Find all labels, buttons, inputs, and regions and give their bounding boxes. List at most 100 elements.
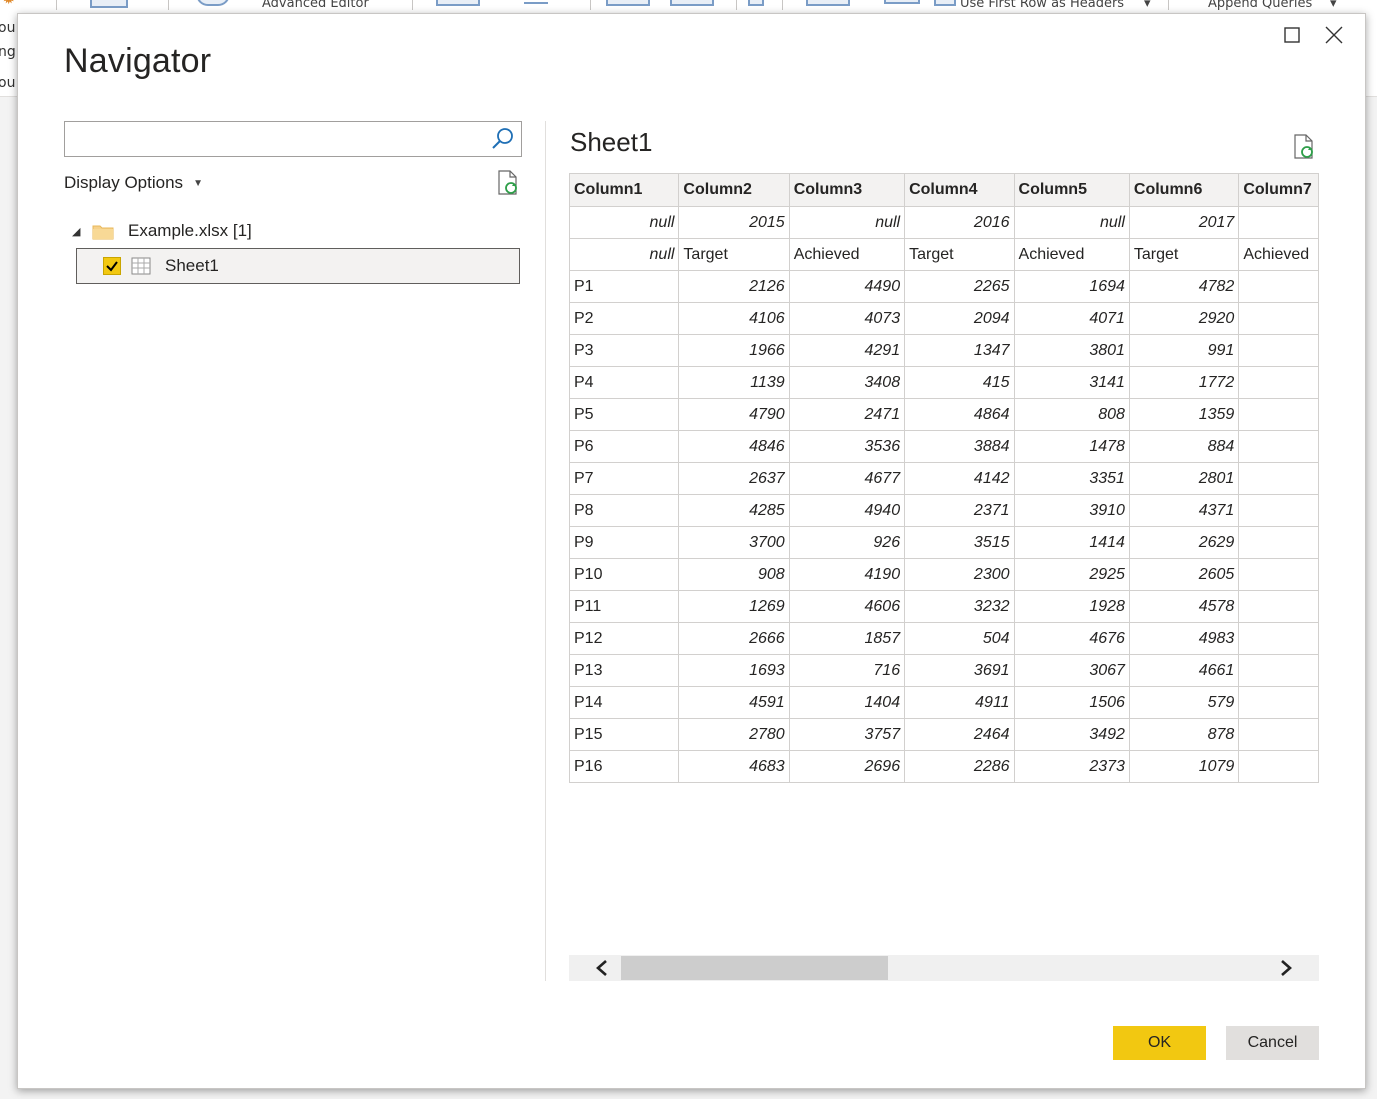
ribbon-append-queries[interactable]: Append Queries — [1208, 0, 1312, 11]
caret-down-icon[interactable]: ▾ — [1330, 0, 1337, 11]
table-cell: P6 — [569, 430, 680, 463]
table-cell: 3141 — [1013, 366, 1130, 399]
table-cell: 504 — [904, 622, 1015, 655]
refresh-icon[interactable] — [1292, 134, 1316, 160]
ribbon-remove-columns-icon[interactable] — [524, 0, 548, 4]
table-row: P15 2780 3757 2464 3492 878 — [569, 718, 1319, 751]
ribbon-keep-rows-icon[interactable] — [606, 0, 650, 6]
table-cell: P2 — [569, 302, 680, 335]
folder-icon — [92, 225, 114, 239]
table-cell: P16 — [569, 750, 680, 783]
ribbon-use-first-row-headers[interactable]: Use First Row as Headers — [960, 0, 1124, 11]
table-cell: Target — [678, 238, 790, 271]
table-cell: 4371 — [1128, 494, 1240, 527]
table-row: P13 1693 716 3691 3067 4661 — [569, 654, 1319, 687]
table-cell: 4073 — [788, 302, 906, 335]
ribbon-choose-columns-icon[interactable] — [436, 0, 480, 6]
horizontal-scrollbar[interactable] — [569, 955, 1319, 981]
search-box[interactable] — [64, 121, 522, 157]
display-options-label: Display Options — [64, 173, 184, 192]
table-cell: Achieved — [788, 238, 906, 271]
column-header[interactable]: Column7 — [1238, 173, 1319, 207]
table-row: P9 3700 926 3515 1414 2629 — [569, 526, 1319, 559]
scroll-right-button[interactable] — [1269, 955, 1303, 981]
ribbon-advanced-editor[interactable]: Advanced Editor — [262, 0, 369, 11]
refresh-icon[interactable] — [496, 170, 520, 196]
table-cell: 3884 — [904, 430, 1015, 463]
table-cell: 2464 — [904, 718, 1015, 751]
table-cell: 2300 — [904, 558, 1015, 591]
caret-down-icon[interactable]: ▾ — [1144, 0, 1151, 11]
ribbon-split-column-icon[interactable] — [806, 0, 850, 6]
table-cell: 2286 — [904, 750, 1015, 783]
ribbon-group-by-icon[interactable] — [884, 0, 920, 4]
ribbon-left-fragment-1: ou — [0, 20, 16, 36]
ribbon-refresh-icon[interactable] — [196, 0, 230, 6]
scroll-left-button[interactable] — [585, 955, 619, 981]
preview-grid[interactable]: Column1 Column2 Column3 Column4 Column5 Colum… — [569, 173, 1319, 790]
ribbon-remove-rows-icon[interactable] — [670, 0, 714, 6]
chevron-left-icon — [596, 960, 607, 976]
table-cell: 579 — [1128, 686, 1240, 719]
table-cell: 4846 — [678, 430, 790, 463]
table-cell: 2017 — [1128, 206, 1240, 239]
table-cell — [1238, 558, 1319, 591]
column-header[interactable]: Column1 — [569, 173, 680, 207]
preview-title: Sheet1 — [570, 127, 653, 157]
table-cell: P3 — [569, 334, 680, 367]
ok-button[interactable]: OK — [1113, 1026, 1206, 1060]
table-row: P16 4683 2696 2286 2373 1079 — [569, 750, 1319, 783]
table-cell: 1269 — [678, 590, 790, 623]
column-header[interactable]: Column2 — [678, 173, 790, 207]
table-cell: null — [1013, 206, 1130, 239]
table-cell — [1238, 206, 1319, 239]
ribbon-separator — [736, 0, 737, 10]
scrollbar-thumb[interactable] — [621, 956, 888, 980]
table-cell: 2920 — [1128, 302, 1240, 335]
search-icon[interactable] — [491, 127, 515, 151]
expander-icon[interactable]: ◢ — [72, 225, 82, 238]
table-cell: 908 — [678, 558, 790, 591]
checkbox-checked-icon[interactable] — [103, 257, 121, 275]
table-cell: 1347 — [904, 334, 1015, 367]
table-cell: 415 — [904, 366, 1015, 399]
table-cell: P12 — [569, 622, 680, 655]
maximize-button[interactable] — [1281, 24, 1303, 46]
table-cell: 3910 — [1013, 494, 1130, 527]
column-header[interactable]: Column3 — [788, 173, 906, 207]
ribbon-properties-icon[interactable] — [90, 0, 128, 8]
table-cell: 3492 — [1013, 718, 1130, 751]
column-header[interactable]: Column4 — [904, 173, 1015, 207]
table-cell: 4677 — [788, 462, 906, 495]
table-cell: 3067 — [1013, 654, 1130, 687]
table-cell: P7 — [569, 462, 680, 495]
table-cell — [1238, 654, 1319, 687]
table-cell: 2925 — [1013, 558, 1130, 591]
column-header[interactable]: Column5 — [1013, 173, 1130, 207]
table-cell: P1 — [569, 270, 680, 303]
search-input[interactable] — [65, 122, 501, 154]
table-cell: 1693 — [678, 654, 790, 687]
table-cell: 2801 — [1128, 462, 1240, 495]
close-button[interactable] — [1323, 24, 1345, 46]
tree-item-example-xlsx[interactable]: ◢ Example.xlsx [1] — [72, 219, 252, 243]
table-cell: 1414 — [1013, 526, 1130, 559]
tree-item-sheet1[interactable]: Sheet1 — [76, 248, 520, 284]
table-cell: 4911 — [904, 686, 1015, 719]
column-header[interactable]: Column6 — [1128, 173, 1240, 207]
table-cell: 1694 — [1013, 270, 1130, 303]
table-cell — [1238, 590, 1319, 623]
table-cell: P13 — [569, 654, 680, 687]
table-row: P2 4106 4073 2094 4071 2920 — [569, 302, 1319, 335]
table-cell: 4864 — [904, 398, 1015, 431]
table-cell: 1966 — [678, 334, 790, 367]
table-cell: 2666 — [678, 622, 790, 655]
table-cell: 808 — [1013, 398, 1130, 431]
table-row: P14 4591 1404 4911 1506 579 — [569, 686, 1319, 719]
table-cell — [1238, 622, 1319, 655]
display-options-dropdown[interactable]: Display Options ▼ — [64, 173, 203, 193]
ribbon-sort-icon[interactable] — [748, 0, 764, 6]
table-row: P4 1139 3408 415 3141 1772 — [569, 366, 1319, 399]
table-cell: 1506 — [1013, 686, 1130, 719]
cancel-button[interactable]: Cancel — [1226, 1026, 1319, 1060]
